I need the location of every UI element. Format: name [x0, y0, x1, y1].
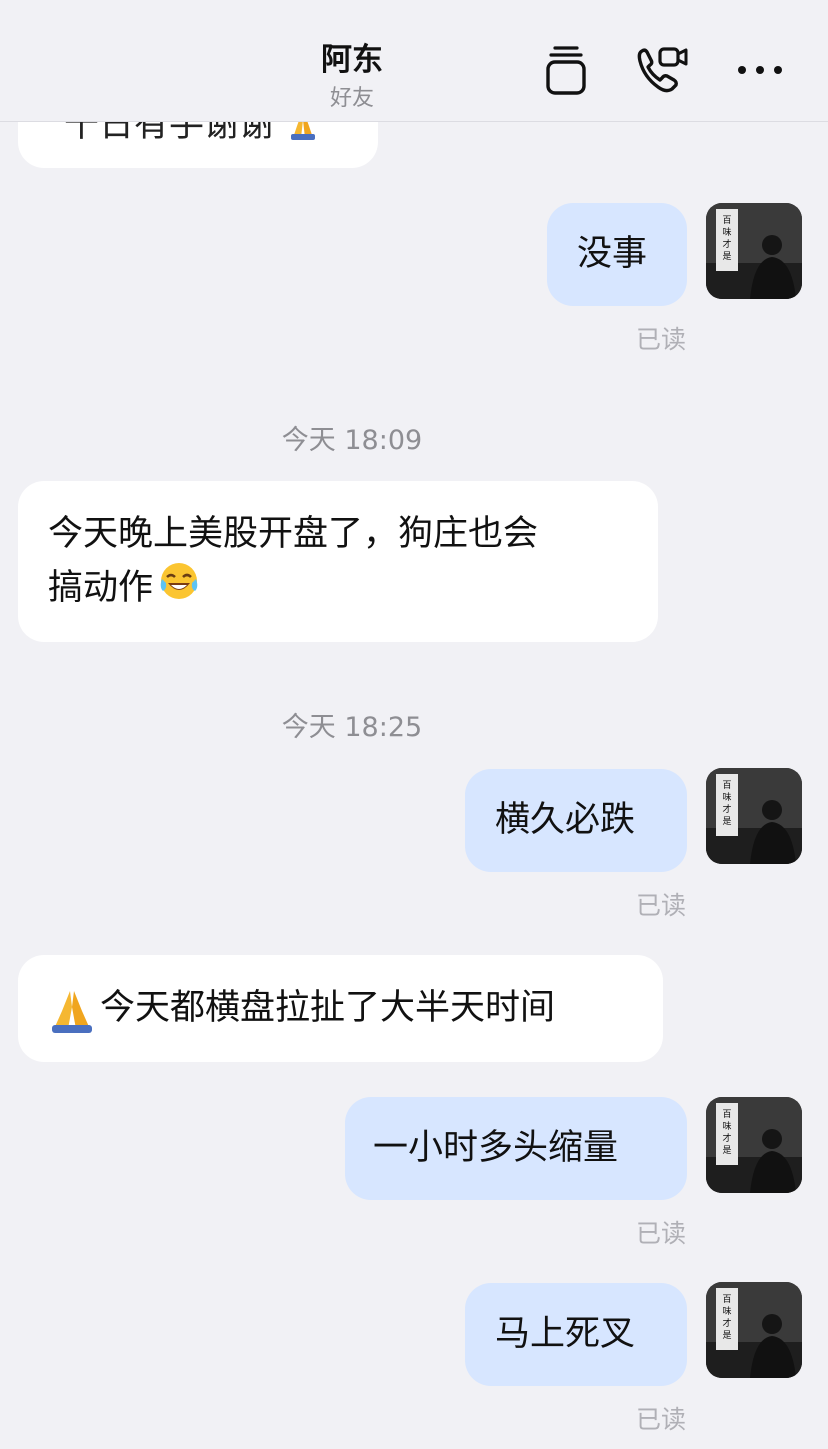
svg-text:百: 百	[722, 215, 731, 226]
read-status: 已读	[635, 891, 686, 920]
message-text-line2: 搞动作	[48, 568, 154, 608]
svg-text:百: 百	[722, 780, 731, 791]
message-incoming[interactable]: 今天都横盘拉扯了大半天时间	[18, 955, 663, 1062]
svg-text:味: 味	[722, 1120, 731, 1132]
svg-text:才: 才	[722, 803, 731, 815]
chat-header: 阿东 好友	[0, 0, 828, 122]
svg-text:才: 才	[722, 238, 731, 250]
more-icon[interactable]	[732, 42, 788, 98]
chat-area[interactable]: 千日有手谢谢 没事 百 味 才 是 已读 今天 18:09 今天晚上美股开盘了，…	[0, 0, 828, 1449]
avatar[interactable]: 百 味 才 是	[706, 1097, 802, 1193]
message-text: 今天都横盘拉扯了大半天时间	[100, 988, 556, 1028]
stack-icon[interactable]	[538, 42, 594, 98]
timestamp: 今天 18:25	[281, 712, 423, 743]
svg-text:是: 是	[722, 816, 731, 827]
pray-emoji-icon	[46, 987, 98, 1049]
message-text: 马上死叉	[495, 1314, 636, 1354]
avatar[interactable]: 百 味 才 是	[706, 203, 802, 299]
svg-text:味: 味	[722, 226, 731, 238]
avatar[interactable]: 百 味 才 是	[706, 768, 802, 864]
message-text-line1: 今天晚上美股开盘了，狗庄也会	[48, 514, 539, 554]
message-incoming[interactable]: 今天晚上美股开盘了，狗庄也会 搞动作	[18, 481, 658, 642]
contact-status: 好友	[329, 86, 374, 111]
svg-text:是: 是	[722, 1145, 731, 1156]
svg-text:百: 百	[722, 1109, 731, 1120]
svg-text:味: 味	[722, 791, 731, 803]
message-outgoing[interactable]: 马上死叉	[465, 1283, 687, 1386]
contact-name[interactable]: 阿东	[0, 34, 704, 79]
read-status: 已读	[635, 1219, 686, 1248]
laugh-cry-emoji-icon	[157, 559, 201, 617]
svg-text:才: 才	[722, 1317, 731, 1329]
message-text: 没事	[577, 234, 648, 274]
svg-text:是: 是	[722, 1330, 731, 1341]
message-outgoing[interactable]: 横久必跌	[465, 769, 687, 872]
video-call-icon[interactable]	[634, 42, 690, 98]
message-text: 横久必跌	[495, 800, 636, 840]
message-text: 一小时多头缩量	[373, 1128, 619, 1168]
timestamp: 今天 18:09	[281, 425, 423, 456]
svg-text:是: 是	[722, 251, 731, 262]
read-status: 已读	[635, 325, 686, 354]
message-outgoing[interactable]: 一小时多头缩量	[345, 1097, 687, 1200]
svg-text:百: 百	[722, 1294, 731, 1305]
message-outgoing[interactable]: 没事	[547, 203, 687, 306]
read-status: 已读	[635, 1405, 686, 1434]
svg-text:才: 才	[722, 1132, 731, 1144]
svg-text:味: 味	[722, 1305, 731, 1317]
avatar[interactable]: 百 味 才 是	[706, 1282, 802, 1378]
